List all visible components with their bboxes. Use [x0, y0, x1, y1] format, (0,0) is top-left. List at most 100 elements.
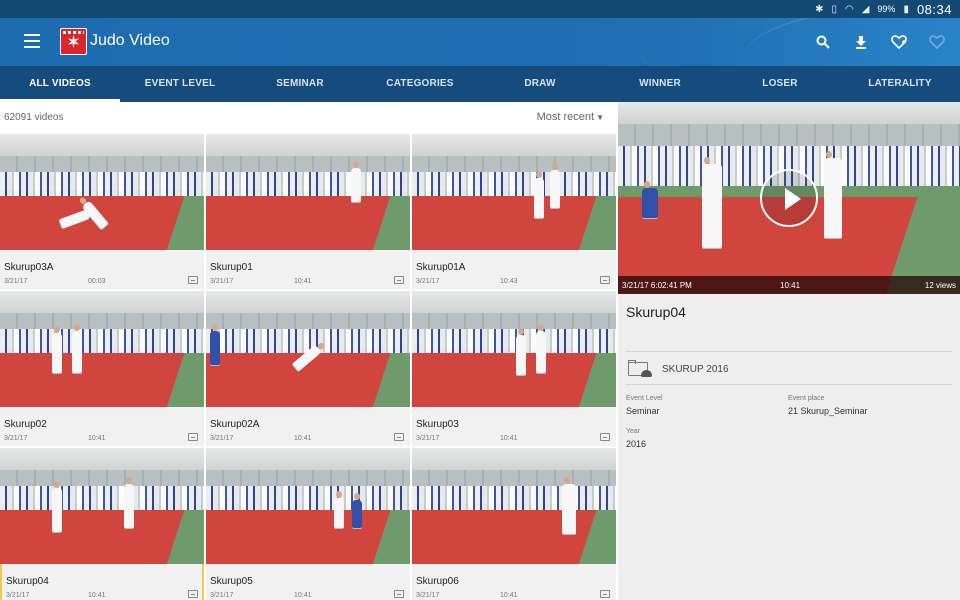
heart-icon[interactable]	[928, 33, 946, 51]
battery-icon: ▮	[903, 3, 909, 15]
video-date: 3/21/17	[210, 435, 234, 442]
video-duration: 10:43	[500, 278, 518, 285]
video-duration: 10:41	[294, 435, 312, 442]
detail-folder[interactable]: SKURUP 2016	[662, 364, 729, 375]
event-place-label: Event place	[788, 395, 825, 402]
bluetooth-icon: ✱	[815, 3, 824, 15]
sort-label: Most recent	[536, 111, 595, 123]
video-card[interactable]: Skurup06 3/21/17 10:41	[412, 448, 616, 600]
dropdown-caret-icon: ▼	[596, 113, 604, 122]
video-title: Skurup06	[416, 576, 459, 587]
tab-seminar[interactable]: SEMINAR	[240, 66, 360, 102]
toolbar-actions	[814, 18, 946, 66]
video-card[interactable]: Skurup02 3/21/17 10:41	[0, 291, 204, 446]
video-date: 3/21/17	[416, 592, 440, 599]
video-title: Skurup03A	[4, 262, 54, 273]
video-date: 3/21/17	[6, 592, 30, 599]
detail-title: Skurup04	[626, 304, 686, 320]
video-duration: 10:41	[88, 592, 106, 599]
video-thumbnail	[412, 134, 616, 250]
video-title: Skurup03	[416, 419, 459, 430]
play-icon[interactable]	[760, 169, 818, 227]
tab-event-level[interactable]: EVENT LEVEL	[120, 66, 240, 102]
cloud-folder-icon	[628, 360, 652, 377]
subtitle-icon	[188, 433, 198, 441]
video-thumbnail	[206, 448, 410, 564]
player-date: 3/21/17 6:02:41 PM	[622, 281, 692, 290]
sort-dropdown[interactable]: Most recent ▼	[537, 111, 604, 123]
year-label: Year	[626, 428, 641, 435]
wifi-icon: ◠	[844, 3, 854, 15]
download-icon[interactable]	[852, 33, 870, 51]
video-date: 3/21/17	[416, 435, 440, 442]
video-card[interactable]: Skurup05 3/21/17 10:41	[206, 448, 410, 600]
video-duration: 10:41	[88, 435, 106, 442]
subtitle-icon	[394, 276, 404, 284]
video-duration: 10:41	[294, 278, 312, 285]
tab-all-videos[interactable]: ALL VIDEOS	[0, 66, 120, 102]
event-place-value: 21 Skurup_Seminar	[788, 406, 868, 416]
video-title: Skurup05	[210, 576, 253, 587]
subtitle-icon	[394, 433, 404, 441]
status-bar: ✱ ▯ ◠ ◢ 99% ▮ 08:34	[0, 0, 960, 18]
subtitle-icon	[188, 590, 198, 598]
video-thumbnail	[0, 134, 204, 250]
subtitle-icon	[394, 590, 404, 598]
video-list-panel: 62091 videos Most recent ▼ Skurup03A 3/21…	[0, 102, 618, 600]
signal-icon: ◢	[861, 3, 870, 15]
tab-draw[interactable]: DRAW	[480, 66, 600, 102]
video-date: 3/21/17	[4, 278, 28, 285]
video-card[interactable]: Skurup01 3/21/17 10:41	[206, 134, 410, 289]
battery-percent: 99%	[877, 4, 896, 14]
video-title: Skurup01	[210, 262, 253, 273]
video-thumbnail	[0, 291, 204, 407]
video-count: 62091 videos	[4, 112, 64, 123]
video-thumbnail	[0, 448, 204, 564]
video-duration: 10:41	[294, 592, 312, 599]
subtitle-icon	[600, 590, 610, 598]
video-date: 3/21/17	[416, 278, 440, 285]
video-date: 3/21/17	[210, 278, 234, 285]
video-duration: 10:41	[500, 592, 518, 599]
video-card-selected[interactable]: Skurup04 3/21/17 10:41	[0, 448, 204, 600]
event-level-label: Event Level	[626, 395, 663, 402]
video-duration: 10:41	[500, 435, 518, 442]
tab-winner[interactable]: WINNER	[600, 66, 720, 102]
app-bar: ✶ Judo Video	[0, 18, 960, 66]
divider	[626, 384, 952, 385]
app-logo: ✶	[60, 28, 87, 55]
video-title: Skurup02	[4, 419, 47, 430]
video-card[interactable]: Skurup01A 3/21/17 10:43	[412, 134, 616, 289]
player-duration: 10:41	[780, 281, 801, 290]
app-title: Judo Video	[90, 32, 170, 49]
vibrate-icon: ▯	[831, 3, 837, 15]
clock: 08:34	[916, 1, 952, 17]
video-card[interactable]: Skurup03 3/21/17 10:41	[412, 291, 616, 446]
tab-laterality[interactable]: LATERALITY	[840, 66, 960, 102]
video-date: 3/21/17	[210, 592, 234, 599]
video-thumbnail	[206, 134, 410, 250]
video-thumbnail	[412, 291, 616, 407]
heart-add-icon[interactable]	[890, 33, 908, 51]
subtitle-icon	[600, 276, 610, 284]
video-title: Skurup01A	[416, 262, 466, 273]
video-player[interactable]: 3/21/17 6:02:41 PM 10:41 12 views	[618, 102, 960, 294]
divider	[626, 351, 952, 352]
event-level-value: Seminar	[626, 406, 660, 416]
tab-categories[interactable]: CATEGORIES	[360, 66, 480, 102]
video-card[interactable]: Skurup03A 3/21/17 00:03	[0, 134, 204, 289]
video-date: 3/21/17	[4, 435, 28, 442]
video-detail-panel: 3/21/17 6:02:41 PM 10:41 12 views Skurup…	[618, 102, 960, 600]
search-icon[interactable]	[814, 33, 832, 51]
year-value: 2016	[626, 439, 647, 449]
video-card[interactable]: Skurup02A 3/21/17 10:41	[206, 291, 410, 446]
video-duration: 00:03	[88, 278, 106, 285]
video-thumbnail	[206, 291, 410, 407]
video-title: Skurup04	[6, 576, 49, 587]
subtitle-icon	[600, 433, 610, 441]
tab-loser[interactable]: LOSER	[720, 66, 840, 102]
tab-bar: ALL VIDEOS EVENT LEVEL SEMINAR CATEGORIE…	[0, 66, 960, 102]
player-info-bar: 3/21/17 6:02:41 PM 10:41 12 views	[618, 276, 960, 294]
player-views: 12 views	[924, 281, 956, 290]
menu-icon[interactable]	[24, 34, 40, 48]
